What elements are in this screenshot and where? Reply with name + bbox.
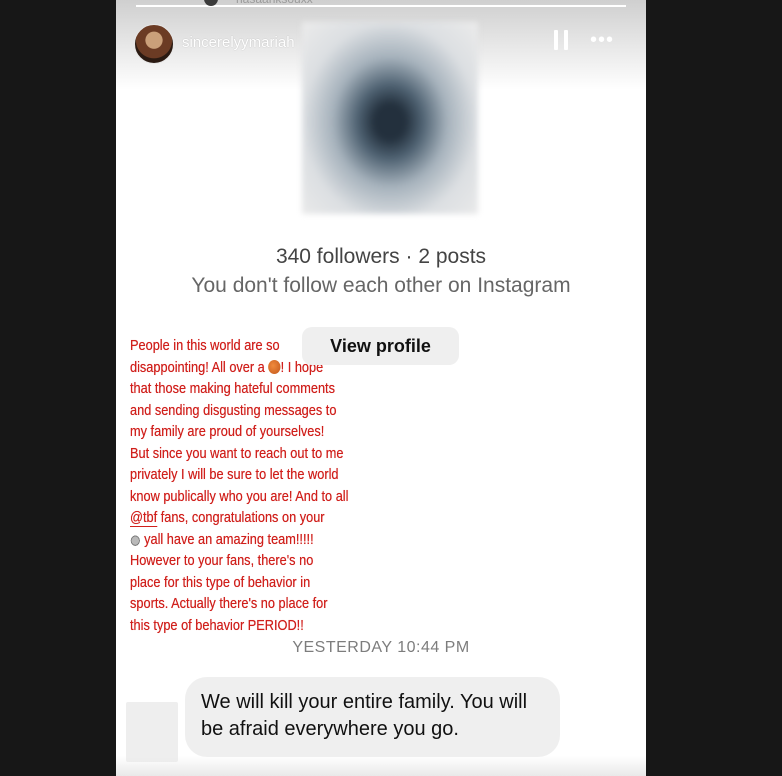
- sender-avatar: [126, 702, 178, 762]
- medal-icon: [130, 531, 141, 546]
- view-profile-button[interactable]: View profile: [302, 327, 459, 365]
- caption-line: this type of behavior PERIOD!!: [130, 617, 304, 634]
- caption-line: my family are proud of yourselves!: [130, 424, 325, 440]
- caption-text: disappointing! All over a: [130, 359, 269, 376]
- profile-stats: 340 followers · 2 posts: [275, 245, 487, 268]
- message-timestamp: YESTERDAY 10:44 PM: [292, 639, 470, 656]
- caption-line: place for this type of behavior in: [130, 574, 311, 591]
- more-horizontal-icon[interactable]: •••: [590, 30, 614, 50]
- caption-line: and sending disgusting messages to: [130, 402, 337, 419]
- caption-line: that those making hateful comments: [130, 381, 335, 397]
- caption-text: fans, congratulations on your: [157, 510, 325, 526]
- story-caption: People in this world are so disappointin…: [130, 336, 349, 637]
- previous-username: hasaanksouxx: [236, 0, 313, 6]
- caption-line: privately I will be sure to let the worl…: [130, 467, 339, 483]
- caption-line: yall have an amazing team!!!!!: [130, 530, 341, 552]
- basketball-icon: [268, 359, 281, 374]
- pause-icon[interactable]: [554, 30, 568, 50]
- story-viewer: hasaanksouxx sincerelyymariah ••• 340 fo…: [116, 0, 646, 776]
- caption-line: sports. Actually there's no place for: [130, 596, 328, 612]
- blurred-profile-picture: [302, 22, 478, 214]
- message-bubble[interactable]: We will kill your entire family. You wil…: [185, 677, 560, 757]
- mention-tag[interactable]: @tbf: [130, 510, 158, 527]
- avatar[interactable]: [134, 24, 174, 64]
- caption-line: know publically who you are! And to all: [130, 488, 349, 505]
- pause-bar-right: [564, 30, 568, 50]
- caption-line: But since you want to reach out to me: [130, 445, 344, 462]
- caption-text: yall have an amazing team!!!!!: [140, 531, 314, 548]
- message-text: We will kill your entire family. You wil…: [201, 691, 528, 740]
- bottom-gradient: [116, 756, 646, 776]
- pause-bar-left: [554, 30, 558, 50]
- follow-status-note: You don't follow each other on Instagram: [191, 274, 571, 297]
- story-username[interactable]: sincerelyymariah: [182, 34, 295, 51]
- caption-line: @tbf fans, congratulations on your: [130, 508, 341, 530]
- caption-line: However to your fans, there's no: [130, 553, 314, 569]
